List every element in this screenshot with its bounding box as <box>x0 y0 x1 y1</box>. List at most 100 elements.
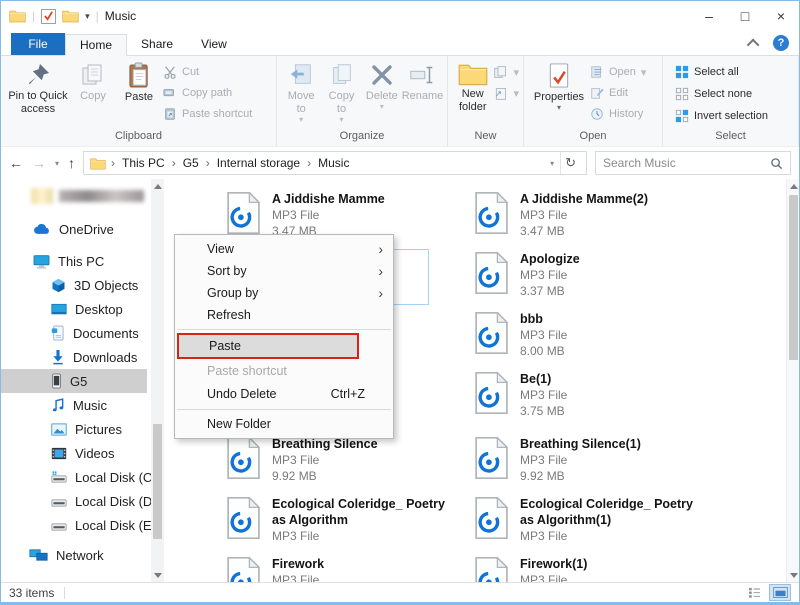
ribbon-tab-bar: File Home Share View ? <box>1 31 799 56</box>
sidebar-item-this-pc[interactable]: This PC <box>1 249 164 273</box>
mp3-file-icon <box>474 371 508 415</box>
paste-button[interactable]: Paste <box>115 59 163 106</box>
mp3-file-icon <box>226 436 260 480</box>
collapse-ribbon-icon[interactable] <box>746 38 760 51</box>
menu-separator <box>177 409 391 410</box>
file-item[interactable]: Ecological Coleridge_ Poetry as Algorith… <box>474 496 700 544</box>
context-menu-item-new-folder[interactable]: New Folder <box>175 413 393 435</box>
scroll-up-icon[interactable] <box>151 179 164 193</box>
scroll-down-icon[interactable] <box>151 568 164 582</box>
copy-icon <box>82 64 102 85</box>
crumb-g5[interactable]: G5 <box>181 156 201 170</box>
context-menu-item-paste[interactable]: Paste <box>177 333 359 359</box>
sidebar-item-local-disk-e[interactable]: Local Disk (E:) <box>1 513 164 537</box>
sidebar-scrollbar[interactable] <box>151 179 164 582</box>
new-folder-button[interactable]: New folder <box>452 59 493 116</box>
file-item[interactable]: Breathing Silence MP3 File 9.92 MB <box>226 436 452 484</box>
context-menu-item-view[interactable]: View › <box>175 238 393 260</box>
new-folder-qat-icon[interactable] <box>62 9 79 23</box>
new-item-icon <box>494 65 507 78</box>
file-item[interactable]: Firework MP3 File <box>226 556 452 582</box>
sidebar-item-onedrive[interactable]: OneDrive <box>1 217 164 241</box>
dropdown-caret-icon: ▾ <box>513 87 519 100</box>
sidebar-scrollbar-thumb[interactable] <box>153 424 162 539</box>
sidebar-item-g5[interactable]: G5 <box>1 369 147 393</box>
sidebar-item-pictures[interactable]: Pictures <box>1 417 164 441</box>
file-item[interactable]: Apologize MP3 File 3.37 MB <box>474 251 700 299</box>
quick-access-toolbar: | ▾ | <box>9 8 99 24</box>
file-item[interactable]: Ecological Coleridge_ Poetry as Algorith… <box>226 496 452 544</box>
maximize-button[interactable]: □ <box>727 1 763 31</box>
file-item[interactable]: A Jiddishe Mamme MP3 File 3.47 MB <box>226 191 452 239</box>
close-button[interactable]: × <box>763 1 799 31</box>
copy-to-icon <box>333 64 352 84</box>
file-item[interactable]: bbb MP3 File 8.00 MB <box>474 311 700 359</box>
scroll-down-icon[interactable] <box>787 568 799 582</box>
address-dropdown-icon[interactable]: ▾ <box>544 152 560 174</box>
select-none-button[interactable]: Select none <box>675 85 768 103</box>
sidebar-item-network[interactable]: Network <box>1 543 164 567</box>
refresh-icon[interactable]: ↻ <box>560 152 580 174</box>
ribbon: Pin to Quick access Copy Paste Cut Copy … <box>1 56 799 146</box>
drive-icon <box>51 523 67 531</box>
crumb-music[interactable]: Music <box>316 156 351 170</box>
recent-locations-icon[interactable]: ▾ <box>55 159 59 168</box>
tab-file[interactable]: File <box>11 33 65 55</box>
sidebar-item-desktop[interactable]: Desktop <box>1 297 164 321</box>
context-menu-item-undo-delete[interactable]: Undo Delete Ctrl+Z <box>175 382 393 406</box>
tab-view[interactable]: View <box>187 33 241 55</box>
crumb-this-pc[interactable]: This PC <box>120 156 167 170</box>
file-item[interactable]: Breathing Silence(1) MP3 File 9.92 MB <box>474 436 700 484</box>
help-icon[interactable]: ? <box>773 35 789 51</box>
select-all-button[interactable]: Select all <box>675 63 768 81</box>
search-input[interactable] <box>603 156 770 170</box>
back-icon[interactable]: ← <box>9 155 23 171</box>
mp3-file-icon <box>474 436 508 480</box>
context-menu-item-refresh[interactable]: Refresh <box>175 304 393 326</box>
history-button: History <box>590 105 646 123</box>
submenu-arrow-icon: › <box>378 285 383 301</box>
search-box[interactable] <box>595 151 791 175</box>
folder-icon <box>90 157 106 170</box>
delete-button: Delete ▾ <box>362 59 402 113</box>
redacted-quick-access-item[interactable] <box>31 185 144 207</box>
details-view-button[interactable] <box>743 584 765 601</box>
tab-share[interactable]: Share <box>127 33 187 55</box>
file-item[interactable]: Firework(1) MP3 File <box>474 556 700 582</box>
folder-icon[interactable] <box>9 9 26 23</box>
paste-icon <box>128 62 148 88</box>
context-menu-item-sort-by[interactable]: Sort by › <box>175 260 393 282</box>
sidebar-item-music[interactable]: Music <box>1 393 164 417</box>
documents-icon <box>51 325 64 341</box>
sidebar-item-local-disk-c[interactable]: Local Disk (C:) <box>1 465 164 489</box>
sidebar-item-local-disk-d[interactable]: Local Disk (D:) <box>1 489 164 513</box>
breadcrumb[interactable]: › This PC › G5 › Internal storage › Musi… <box>83 151 587 175</box>
file-item[interactable]: Be(1) MP3 File 3.75 MB <box>474 371 700 419</box>
thumbnail-view-button[interactable] <box>769 584 791 601</box>
search-icon[interactable] <box>770 157 783 170</box>
properties-button[interactable]: Properties ▾ <box>528 59 590 114</box>
sidebar-item-documents[interactable]: Documents <box>1 321 164 345</box>
pin-to-quick-access-button[interactable]: Pin to Quick access <box>5 59 71 118</box>
scroll-up-icon[interactable] <box>787 179 799 193</box>
up-icon[interactable]: ↑ <box>68 155 75 171</box>
content-scrollbar[interactable] <box>786 179 799 582</box>
mp3-file-icon <box>474 311 508 355</box>
qat-dropdown-icon[interactable]: ▾ <box>85 11 90 22</box>
tab-home[interactable]: Home <box>65 34 128 56</box>
sidebar-item-downloads[interactable]: Downloads <box>1 345 164 369</box>
context-menu-item-group-by[interactable]: Group by › <box>175 282 393 304</box>
content-scrollbar-thumb[interactable] <box>789 195 798 360</box>
paste-shortcut-icon <box>165 108 175 120</box>
crumb-internal-storage[interactable]: Internal storage <box>215 156 302 170</box>
properties-qat-icon[interactable] <box>41 8 57 24</box>
file-item[interactable]: A Jiddishe Mamme(2) MP3 File 3.47 MB <box>474 191 700 239</box>
minimize-button[interactable]: – <box>691 1 727 31</box>
crumb-separator: › <box>171 156 176 170</box>
sidebar-item-3d-objects[interactable]: 3D Objects <box>1 273 164 297</box>
sidebar-item-videos[interactable]: Videos <box>1 441 164 465</box>
status-separator <box>64 586 66 599</box>
pictures-icon <box>51 423 67 435</box>
desktop-icon <box>51 303 67 314</box>
invert-selection-button[interactable]: Invert selection <box>675 107 768 125</box>
